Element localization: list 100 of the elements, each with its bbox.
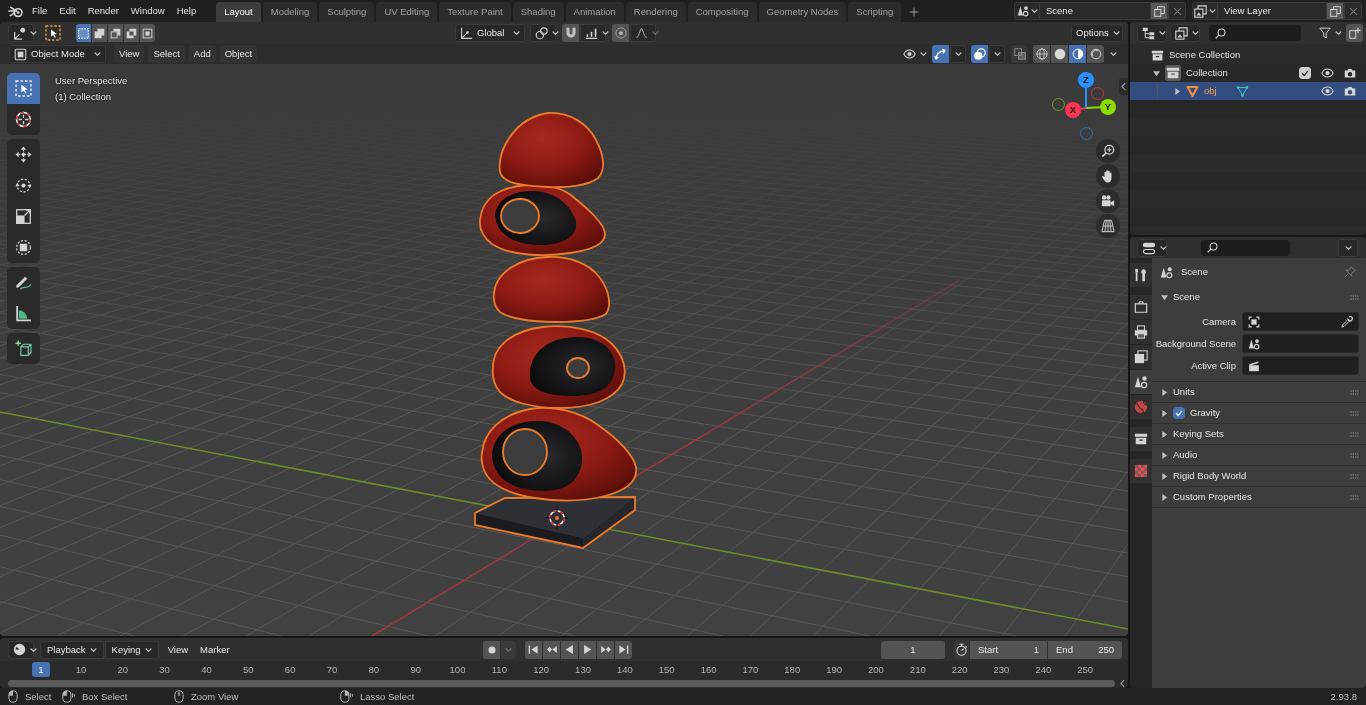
funnel-icon[interactable] [1319,27,1331,39]
tool-button[interactable] [7,267,40,298]
playback-button[interactable] [525,640,543,659]
pan-button[interactable] [1096,164,1120,188]
disclosure-triangle-icon[interactable] [1161,409,1168,417]
duplicate-view-layer-button[interactable] [1326,2,1344,20]
menu-button[interactable]: Add [188,45,216,63]
view-layer-selector-button[interactable] [1192,2,1218,20]
proportional-edit-toggle[interactable] [612,24,629,42]
display-mode-dropdown[interactable] [1137,24,1167,42]
grip-icon[interactable] [1350,431,1359,437]
menu-item[interactable]: Help [170,1,203,21]
menu-button[interactable]: Select [148,45,185,63]
workspace-tab[interactable]: Texture Paint [439,2,511,22]
properties-tab[interactable] [1130,320,1152,344]
scrollbar[interactable] [8,679,1115,687]
selection-mode-button[interactable] [140,24,155,42]
new-collection-button[interactable] [1346,24,1363,42]
menu-dropdown[interactable]: Keying [104,640,159,659]
disclosure-triangle-icon[interactable] [1161,430,1168,438]
properties-tab[interactable] [1130,370,1152,394]
grip-icon[interactable] [1350,473,1359,479]
checkbox[interactable] [1173,407,1185,419]
menu-button[interactable]: View [162,640,194,659]
panel-title[interactable]: Audio [1173,449,1198,461]
disclosure-triangle-icon[interactable] [1161,451,1168,459]
workspace-tab[interactable]: Modeling [262,2,318,22]
selection-mode-button[interactable] [92,24,107,42]
disclosure-triangle-icon[interactable] [1174,87,1181,95]
logo-icon[interactable] [8,4,23,18]
camera-field[interactable] [1242,312,1359,331]
shading-mode-button[interactable] [1087,45,1104,63]
workspace-tab[interactable]: Scripting [848,2,902,22]
shading-mode-button[interactable] [1051,45,1068,63]
tool-button[interactable] [7,333,40,364]
start-frame-field[interactable]: Start 1 [970,640,1047,659]
playback-button[interactable] [543,640,561,659]
snap-toggle[interactable] [562,24,579,42]
camera-icon[interactable] [1344,85,1356,97]
options-dropdown[interactable]: Options [1071,24,1123,42]
menu-item[interactable]: Render [81,1,125,21]
properties-tab[interactable] [1130,263,1152,287]
transform-orientation-dropdown[interactable]: Global [455,24,525,42]
disclosure-triangle-icon[interactable] [1161,472,1168,480]
tool-button[interactable] [7,298,40,329]
menu-item[interactable]: Window [124,1,171,21]
workspace-tab[interactable]: Geometry Nodes [758,2,847,22]
axis-handle[interactable]: Y [1100,99,1116,115]
preview-range-toggle[interactable] [954,640,969,659]
select-box-icon[interactable] [45,25,61,41]
camera-icon[interactable] [1344,67,1356,79]
panel-title[interactable]: Scene [1173,291,1200,303]
search-field[interactable] [1200,238,1291,257]
selection-mode-button[interactable] [124,24,139,42]
caret-icon[interactable] [1335,31,1342,35]
shading-mode-button[interactable] [1033,45,1050,63]
menu-button[interactable]: View [114,45,145,63]
outliner-row[interactable]: obj [1130,82,1366,100]
menu-item[interactable]: File [26,1,54,21]
panel-title[interactable]: Keying Sets [1173,428,1224,440]
panel-title[interactable]: Gravity [1190,407,1221,419]
pivot-point-dropdown[interactable] [530,24,556,42]
selection-mode-button[interactable] [76,24,91,42]
view-layer-dropdown[interactable] [1170,24,1200,42]
grip-icon[interactable] [1350,410,1359,416]
plus-icon[interactable] [909,7,920,17]
properties-tab[interactable] [1130,345,1152,369]
disclosure-triangle-icon[interactable] [1161,388,1168,396]
workspace-tab[interactable]: Animation [565,2,624,22]
outliner-row[interactable]: Scene Collection [1130,46,1366,64]
playback-button[interactable] [615,640,633,659]
remove-scene-button[interactable] [1168,2,1186,20]
properties-tab[interactable] [1130,295,1152,319]
playback-button[interactable] [597,640,615,659]
clip-field[interactable] [1242,356,1359,375]
gizmo-options-button[interactable] [950,45,966,63]
falloff-dropdown[interactable] [630,24,656,42]
workspace-tab[interactable]: Compositing [687,2,757,22]
zoom-button[interactable] [1096,139,1120,163]
scene-name-field[interactable]: Scene [1040,2,1150,20]
panel-title[interactable]: Custom Properties [1173,491,1252,503]
mode-dropdown[interactable]: Object Mode [9,45,106,63]
auto-keying-toggle[interactable] [483,640,501,659]
current-frame-field[interactable]: 1 [881,640,945,659]
scene-field[interactable] [1242,334,1359,353]
eye-icon[interactable] [1321,86,1334,96]
grip-icon[interactable] [1350,452,1359,458]
panel-title[interactable]: Units [1173,386,1195,398]
disclosure-triangle-icon[interactable] [1161,493,1168,501]
panel-title[interactable]: Rigid Body World [1173,470,1247,482]
editor-type-button[interactable] [8,24,34,42]
selection-mode-button[interactable] [108,24,123,42]
overlay-toggle[interactable] [971,45,988,63]
disclosure-triangle-icon[interactable] [1153,69,1160,77]
workspace-tab[interactable]: Sculpting [319,2,375,22]
perspective-toggle-button[interactable] [1096,214,1120,238]
3d-cursor-icon[interactable] [545,506,569,530]
end-frame-field[interactable]: End 250 [1048,640,1122,659]
remove-view-layer-button[interactable] [1344,2,1362,20]
axis-handle[interactable]: X [1065,102,1081,118]
